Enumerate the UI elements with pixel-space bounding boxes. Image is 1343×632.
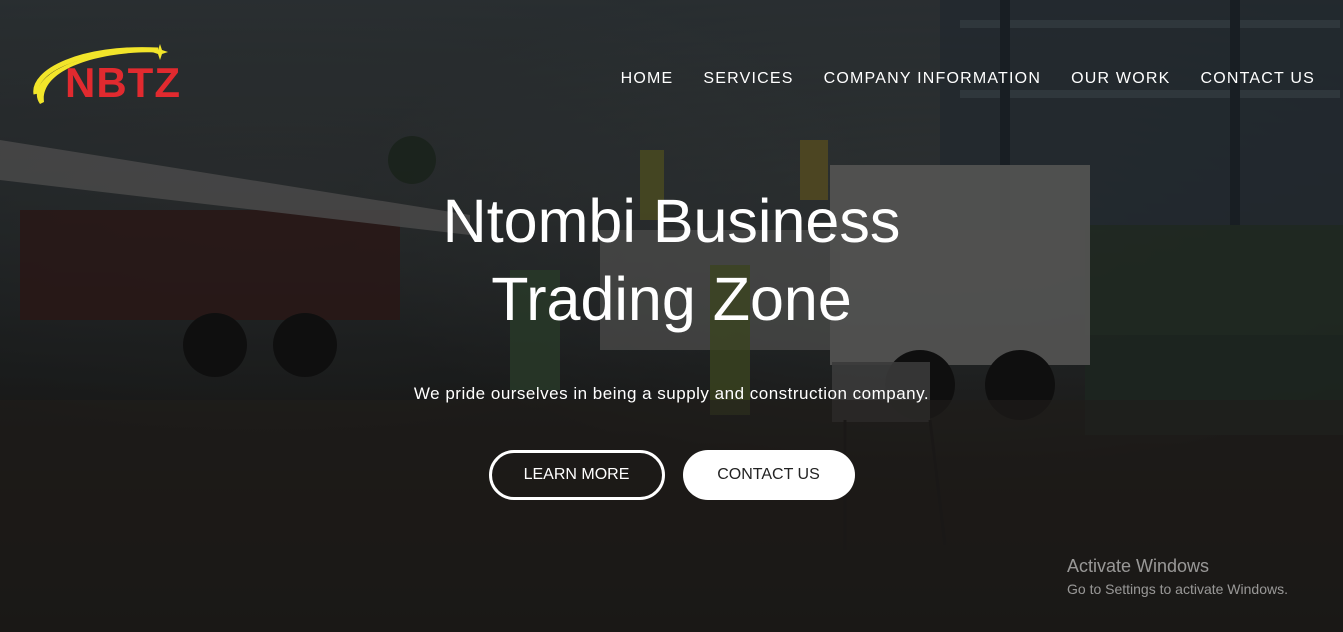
hero-section: NBTZ HOME SERVICES COMPANY INFORMATION O… bbox=[0, 0, 1343, 632]
hero-title: Ntombi Business Trading Zone bbox=[0, 182, 1343, 338]
logo[interactable]: NBTZ bbox=[30, 42, 180, 114]
nav-item-our-work[interactable]: OUR WORK bbox=[1071, 70, 1170, 88]
main-nav: HOME SERVICES COMPANY INFORMATION OUR WO… bbox=[621, 70, 1315, 88]
watermark-title: Activate Windows bbox=[1067, 556, 1210, 576]
hero-title-line1: Ntombi Business bbox=[442, 187, 901, 255]
hero-title-line2: Trading Zone bbox=[491, 265, 852, 333]
hero-subtitle: We pride ourselves in being a supply and… bbox=[413, 384, 930, 403]
logo-text: NBTZ bbox=[65, 59, 181, 106]
nav-item-contact-us[interactable]: CONTACT US bbox=[1200, 70, 1315, 88]
learn-more-button[interactable]: LEARN MORE bbox=[488, 450, 665, 500]
contact-us-button[interactable]: CONTACT US bbox=[682, 450, 855, 500]
nav-item-company-information[interactable]: COMPANY INFORMATION bbox=[824, 70, 1041, 88]
nav-item-services[interactable]: SERVICES bbox=[703, 70, 793, 88]
hero-content: Ntombi Business Trading Zone We pride ou… bbox=[0, 182, 1343, 500]
hero-buttons: LEARN MORE CONTACT US bbox=[0, 450, 1343, 500]
watermark-subtitle: Go to Settings to activate Windows. bbox=[1067, 581, 1288, 597]
nav-item-home[interactable]: HOME bbox=[621, 70, 674, 88]
activate-windows-watermark: Activate Windows Go to Settings to activ… bbox=[1067, 556, 1288, 597]
